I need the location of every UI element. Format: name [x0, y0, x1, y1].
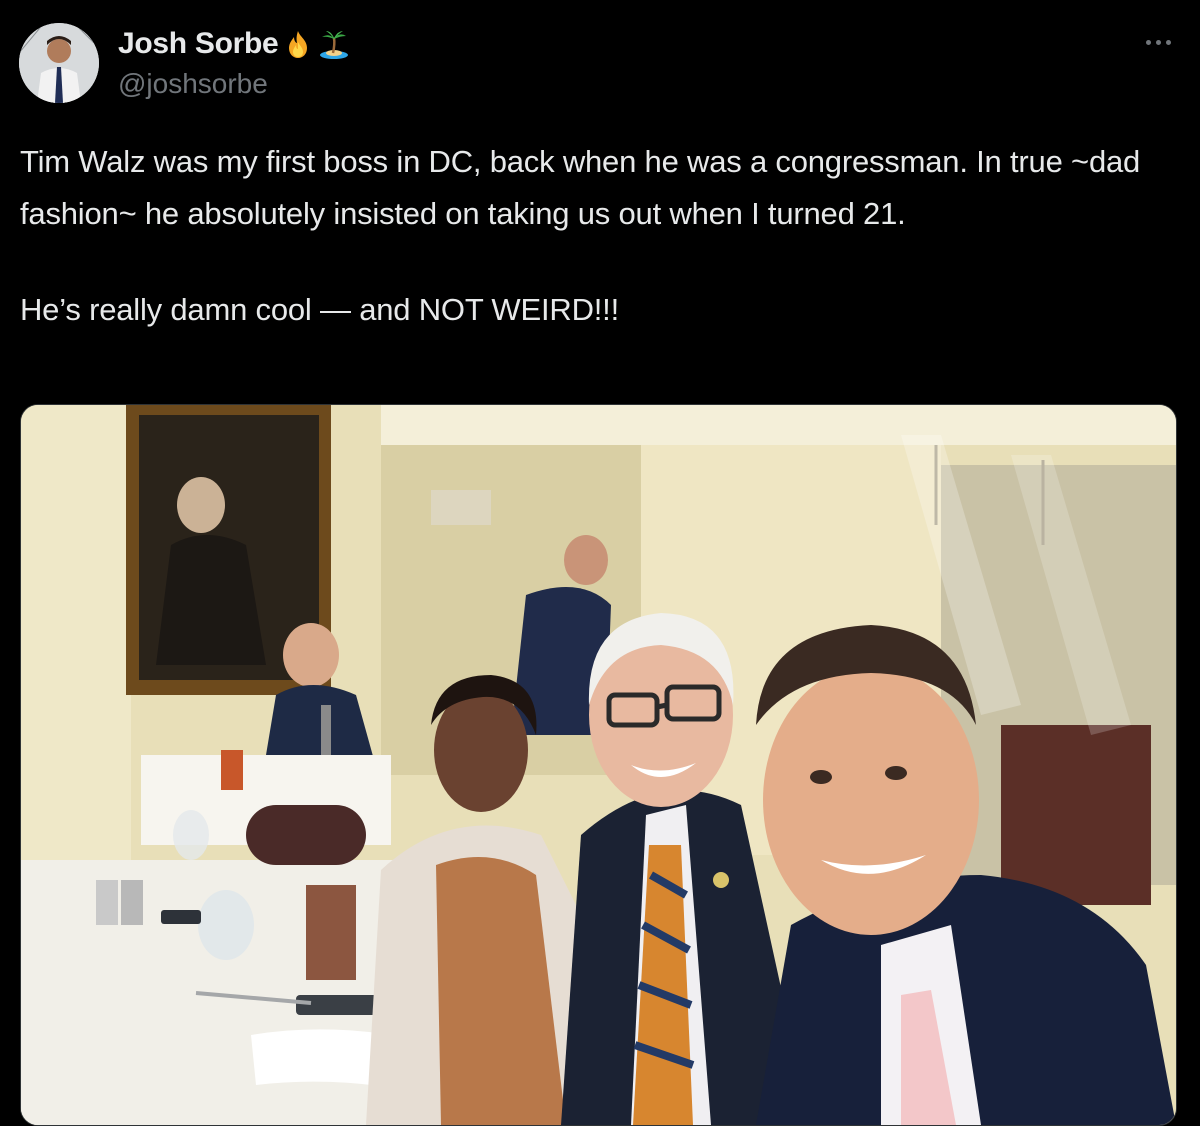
tweet-paragraph-2: He’s really damn cool — and NOT WEIRD!!! [20, 292, 619, 327]
tweet-paragraph-1: Tim Walz was my first boss in DC, back w… [20, 144, 1141, 231]
tweet: Josh Sorbe @joshsorbe Tim Walz was my fi… [0, 0, 1200, 1126]
handle[interactable]: @joshsorbe [118, 68, 350, 100]
palm-island-emoji-icon [318, 28, 350, 60]
tweet-text: Tim Walz was my first boss in DC, back w… [20, 136, 1180, 336]
author-block: Josh Sorbe @joshsorbe [118, 26, 350, 100]
display-name[interactable]: Josh Sorbe [118, 27, 279, 61]
more-dot-icon [1165, 39, 1171, 45]
avatar[interactable] [19, 23, 99, 103]
fire-emoji-icon [282, 28, 314, 60]
more-dot-icon [1145, 39, 1151, 45]
display-name-row: Josh Sorbe [118, 26, 350, 62]
more-dot-icon [1155, 39, 1161, 45]
avatar-image [19, 23, 99, 103]
more-options-button[interactable] [1138, 30, 1178, 54]
tweet-photo[interactable] [20, 404, 1177, 1126]
restaurant-selfie-photo [21, 405, 1176, 1125]
